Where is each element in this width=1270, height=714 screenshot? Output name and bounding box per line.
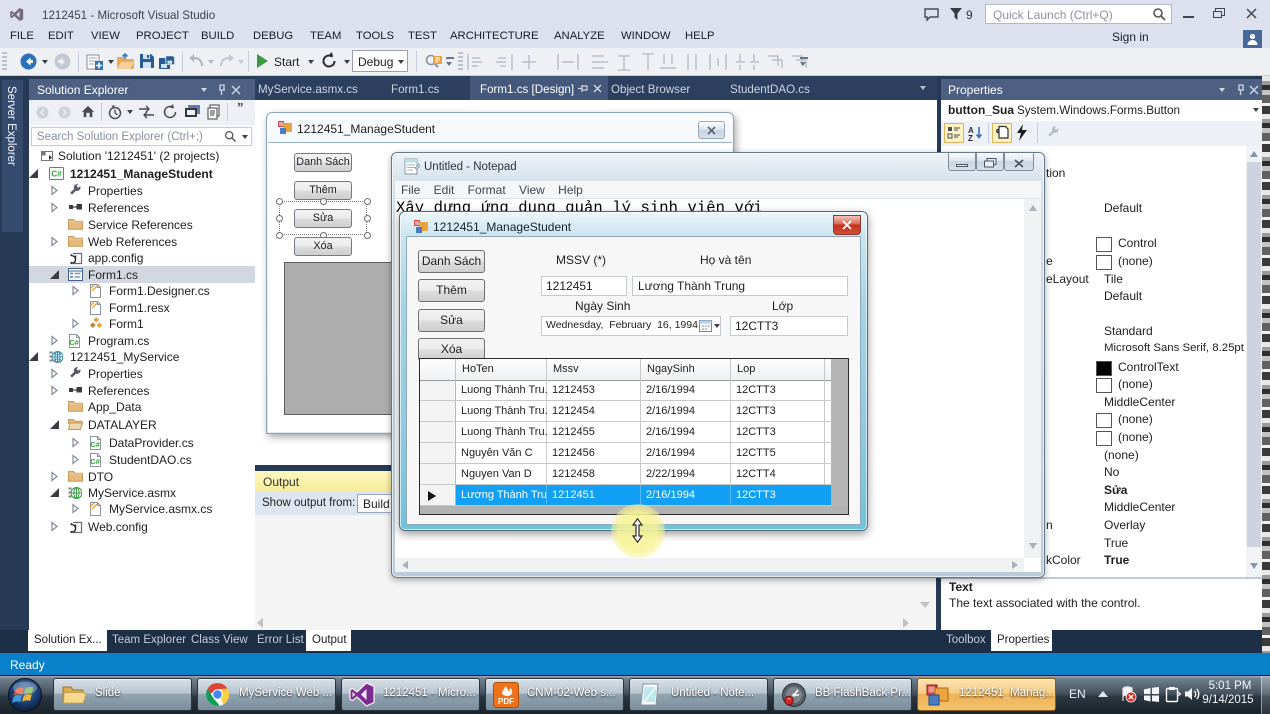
svg-text:PDF: PDF	[498, 697, 514, 706]
svg-text:C#: C#	[69, 338, 79, 347]
svg-text:C#: C#	[90, 457, 100, 466]
svg-text:C#: C#	[90, 440, 100, 449]
svg-text:C#: C#	[51, 170, 62, 179]
svg-text:Z: Z	[968, 134, 973, 141]
